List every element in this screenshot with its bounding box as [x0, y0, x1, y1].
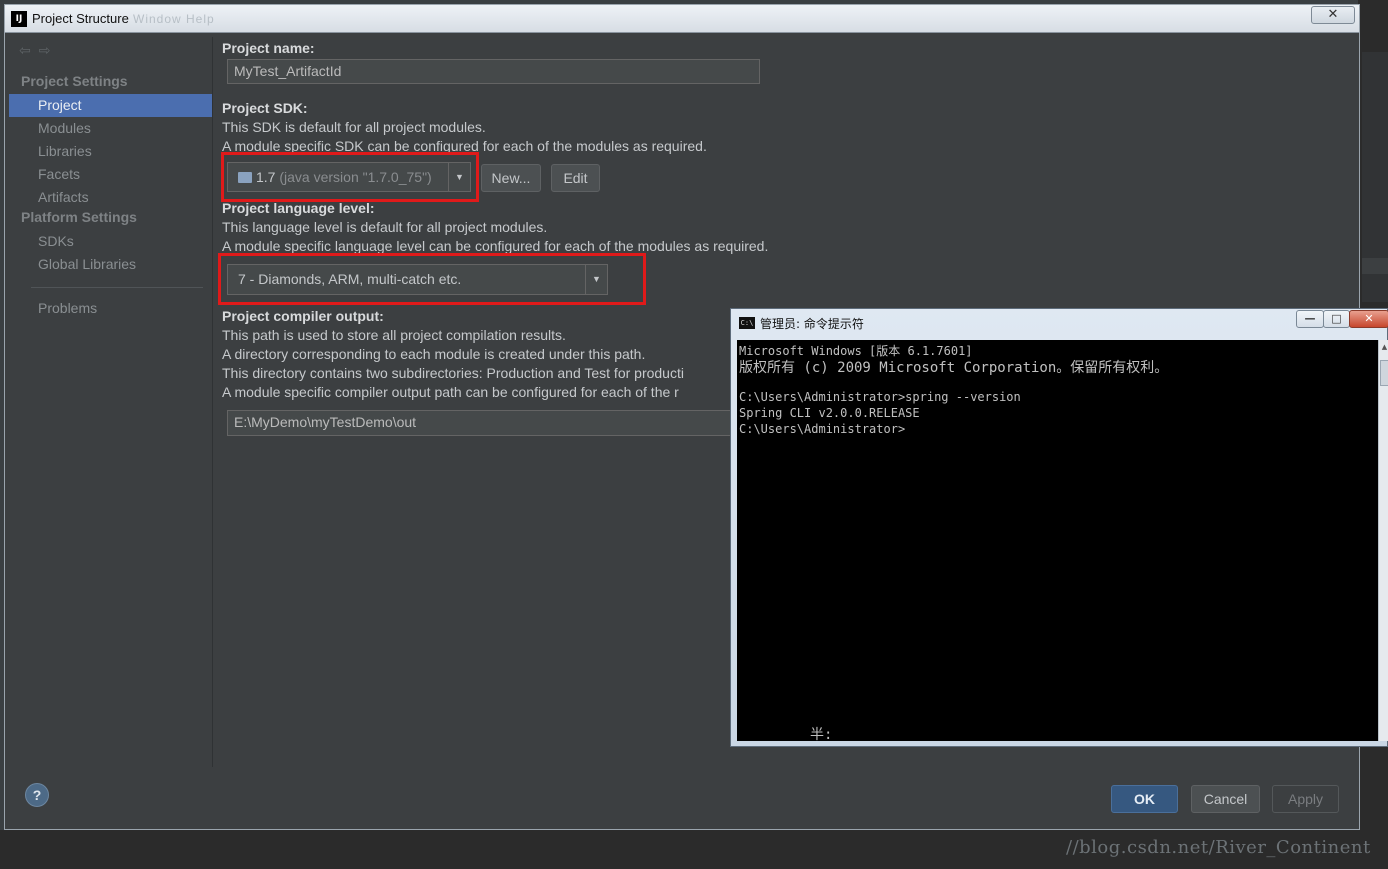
apply-button[interactable]: Apply: [1272, 785, 1339, 813]
maximize-button[interactable]: □: [1323, 310, 1350, 328]
compiler-output-input[interactable]: E:\MyDemo\myTestDemo\out: [227, 410, 747, 436]
sidebar-item-libraries[interactable]: Libraries: [9, 140, 212, 163]
language-description-1: This language level is default for all p…: [222, 219, 548, 235]
output-description-2: A directory corresponding to each module…: [222, 346, 646, 362]
intellij-app-icon: IJ: [11, 11, 27, 27]
nav-arrows: ⇦ ⇨: [19, 43, 58, 59]
cmd-title: 管理员: 命令提示符: [760, 317, 864, 331]
sidebar-item-project[interactable]: Project: [9, 94, 212, 117]
compiler-output-label: Project compiler output:: [222, 308, 384, 324]
dialog-titlebar: IJ Project Structure Window Help ✕: [5, 5, 1359, 33]
console-line: 版权所有 (c) 2009 Microsoft Corporation。保留所有…: [739, 360, 1169, 376]
command-prompt-window: C:\ 管理员: 命令提示符 — □ ✕ Microsoft Windows […: [730, 308, 1388, 747]
console-line: C:\Users\Administrator>spring --version: [739, 390, 1021, 404]
minimize-button[interactable]: —: [1296, 310, 1324, 328]
edit-sdk-button[interactable]: Edit: [551, 164, 600, 192]
help-button[interactable]: ?: [25, 783, 49, 807]
cmd-scrollbar[interactable]: ▲: [1378, 340, 1388, 741]
cmd-icon: C:\: [739, 317, 755, 329]
sdk-description-1: This SDK is default for all project modu…: [222, 119, 486, 135]
new-sdk-button[interactable]: New...: [481, 164, 541, 192]
sidebar-item-facets[interactable]: Facets: [9, 163, 212, 186]
dialog-close-button[interactable]: ✕: [1311, 6, 1355, 24]
watermark: //blog.csdn.net/River_Continent: [1066, 837, 1371, 858]
project-settings-header: Project Settings: [21, 73, 128, 89]
background-ide-panel-row: [1362, 258, 1388, 274]
dialog-title: Project Structure: [32, 11, 129, 26]
ok-button[interactable]: OK: [1111, 785, 1178, 813]
forward-arrow-icon[interactable]: ⇨: [39, 43, 51, 59]
language-description-2: A module specific language level can be …: [222, 238, 769, 254]
ime-status: 半:: [810, 727, 833, 743]
output-description-3: This directory contains two subdirectori…: [222, 365, 684, 381]
sidebar-divider: [31, 287, 203, 288]
cmd-console[interactable]: Microsoft Windows [版本 6.1.7601] 版权所有 (c)…: [737, 340, 1378, 743]
cancel-button[interactable]: Cancel: [1191, 785, 1260, 813]
project-name-input[interactable]: MyTest_ArtifactId: [227, 59, 760, 84]
project-sdk-label: Project SDK:: [222, 100, 308, 116]
console-line: C:\Users\Administrator>: [739, 422, 906, 436]
back-arrow-icon[interactable]: ⇦: [19, 43, 31, 59]
background-menu-ghost: Window Help: [133, 12, 215, 26]
sdk-highlight-box: [221, 152, 479, 202]
language-level-label: Project language level:: [222, 200, 375, 216]
settings-sidebar: ⇦ ⇨ Project Settings Project Modules Libr…: [9, 37, 213, 767]
sidebar-item-problems[interactable]: Problems: [9, 297, 212, 320]
output-description-1: This path is used to store all project c…: [222, 327, 566, 343]
sidebar-item-artifacts[interactable]: Artifacts: [9, 186, 212, 209]
console-line: Spring CLI v2.0.0.RELEASE: [739, 406, 920, 420]
output-description-4: A module specific compiler output path c…: [222, 384, 679, 400]
sidebar-item-global-libraries[interactable]: Global Libraries: [9, 253, 212, 276]
cmd-close-button[interactable]: ✕: [1349, 310, 1388, 328]
sidebar-item-modules[interactable]: Modules: [9, 117, 212, 140]
scroll-up-icon[interactable]: ▲: [1379, 340, 1388, 354]
language-highlight-box: [218, 253, 646, 305]
platform-settings-header: Platform Settings: [21, 209, 137, 225]
project-name-label: Project name:: [222, 40, 315, 56]
sidebar-item-sdks[interactable]: SDKs: [9, 230, 212, 253]
scroll-thumb[interactable]: [1380, 360, 1388, 386]
